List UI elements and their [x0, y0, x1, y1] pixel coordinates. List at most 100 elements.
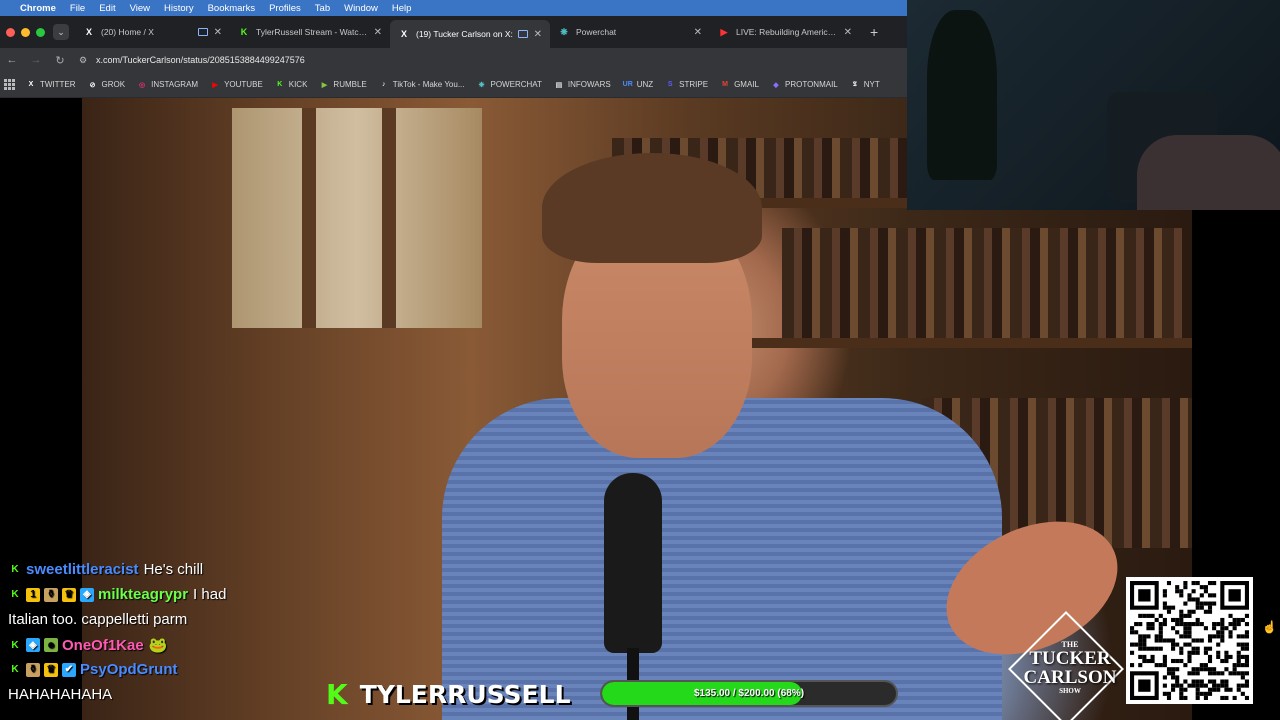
chat-badge-icon: ☻ [44, 638, 58, 652]
address-url[interactable]: x.com/TuckerCarlson/status/2085153884499… [96, 55, 305, 65]
close-tab-icon[interactable]: ✕ [534, 29, 542, 40]
chat-username[interactable]: PsyOpdGrunt [80, 661, 178, 678]
forward-arrow-icon[interactable]: → [24, 54, 48, 66]
tab-live-rebuilding[interactable]: ▶ LIVE: Rebuilding America After ✕ [710, 20, 860, 44]
close-tab-icon[interactable]: ✕ [374, 27, 382, 38]
chat-badge-icon: 1 [26, 587, 40, 602]
chat-message: K 1 ⚱ ♛ ◈ milkteagrypr I had [8, 586, 226, 603]
bookmark-label: TWITTER [40, 80, 76, 89]
tab-strip: ⌄ X (20) Home / X ✕ K TylerRussell Strea… [0, 16, 907, 48]
bookmark-label: POWERCHAT [490, 80, 542, 89]
chat-badge-icon: K [11, 589, 19, 600]
mac-menubar: Chrome File Edit View History Bookmarks … [0, 0, 907, 16]
tab-title: (19) Tucker Carlson on X: [416, 29, 513, 39]
menu-edit[interactable]: Edit [99, 3, 115, 14]
stripe-icon: S [667, 81, 673, 88]
chat-badge-icon: ✔ [62, 662, 76, 677]
logo-line: TUCKER [1029, 647, 1111, 669]
youtube-icon: ▶ [212, 81, 218, 89]
menu-app-name[interactable]: Chrome [20, 3, 56, 14]
chat-text: HAHAHAHAHA [8, 686, 113, 703]
bookmark-kick[interactable]: K KICK [275, 80, 308, 90]
kick-logo-icon: K [326, 678, 348, 711]
background-window [232, 108, 482, 328]
protonmail-icon: ◆ [773, 81, 779, 89]
menu-file[interactable]: File [70, 3, 85, 14]
menu-help[interactable]: Help [392, 3, 412, 14]
grok-icon: ⊘ [89, 81, 96, 89]
powerchat-icon: ❋ [560, 26, 568, 37]
chat-username[interactable]: milkteagrypr [98, 586, 188, 603]
gmail-icon: M [722, 81, 728, 88]
apps-grid-icon[interactable] [4, 78, 16, 91]
infowars-icon: ▤ [555, 81, 563, 89]
stream-brand: K TYLERRUSSELL [326, 678, 571, 711]
bookmark-rumble[interactable]: ▶ RUMBLE [319, 80, 367, 90]
bookmark-label: PROTONMAIL [784, 80, 838, 89]
powerchat-icon: ❋ [478, 81, 485, 89]
chevron-down-icon: ⌄ [57, 26, 65, 37]
bookmark-label: GROK [101, 80, 126, 89]
bookmark-tiktok-make-you[interactable]: ♪ TikTok - Make You... [379, 80, 464, 90]
bookmark-nyt[interactable]: 𝕿 NYT [850, 80, 880, 90]
bookmark-label: INFOWARS [567, 80, 611, 89]
tab-tucker-carlson[interactable]: X (19) Tucker Carlson on X: ✕ [390, 20, 550, 48]
chat-badge-icon: ⚱ [44, 587, 58, 602]
menu-window[interactable]: Window [344, 3, 378, 14]
tab-kick-stream[interactable]: K TylerRussell Stream - Watch Li ✕ [230, 20, 390, 44]
close-tab-icon[interactable]: ✕ [694, 27, 702, 38]
media-playing-icon[interactable] [517, 30, 528, 38]
minimize-window-button[interactable] [21, 27, 30, 37]
tab-x-home[interactable]: X (20) Home / X ✕ [75, 20, 230, 44]
zoom-window-button[interactable] [36, 27, 45, 37]
screen: Chrome File Edit View History Bookmarks … [0, 0, 1280, 720]
site-info-icon[interactable]: ⚙ [76, 55, 90, 66]
menu-view[interactable]: View [130, 3, 150, 14]
bookmark-grok[interactable]: ⊘ GROK [88, 80, 126, 90]
tab-powerchat[interactable]: ❋ Powerchat ✕ [550, 20, 710, 44]
bookmark-twitter[interactable]: X TWITTER [26, 80, 76, 90]
nyt-icon: 𝕿 [852, 80, 857, 88]
tab-title: TylerRussell Stream - Watch Li [256, 27, 368, 37]
tab-title: (20) Home / X [101, 27, 154, 37]
rumble-icon: ▶ [321, 81, 328, 89]
bookmark-label: KICK [288, 80, 308, 89]
bookmark-unz[interactable]: UR UNZ [623, 80, 654, 90]
new-tab-button[interactable]: + [870, 24, 878, 40]
x-logo-icon: X [85, 27, 92, 37]
chat-text: 🐸 [148, 637, 168, 654]
kick-logo-icon: K [277, 81, 283, 88]
bookmark-stripe[interactable]: S STRIPE [665, 80, 708, 90]
back-arrow-icon[interactable]: ← [0, 54, 24, 66]
chat-message: K ◈ ☻ OneOf1Kae 🐸 [8, 636, 168, 655]
bookmark-powerchat[interactable]: ❋ POWERCHAT [477, 80, 542, 90]
bookmark-instagram[interactable]: ◎ INSTAGRAM [137, 80, 198, 90]
chat-badge-icon: ◈ [80, 587, 94, 602]
tab-search-button[interactable]: ⌄ [53, 24, 69, 40]
instagram-icon: ◎ [139, 81, 146, 89]
chat-badge-icon: K [11, 639, 19, 651]
menu-profiles[interactable]: Profiles [269, 3, 301, 14]
menu-history[interactable]: History [164, 3, 194, 14]
media-playing-icon[interactable] [197, 28, 208, 36]
bookmark-protonmail[interactable]: ◆ PROTONMAIL [771, 80, 838, 90]
bookmark-youtube[interactable]: ▶ YOUTUBE [210, 80, 262, 90]
youtube-icon: ▶ [720, 26, 728, 37]
close-tab-icon[interactable]: ✕ [844, 27, 852, 38]
chat-message: Italian too. cappelletti parm [8, 611, 187, 628]
window-controls [0, 27, 45, 37]
menu-tab[interactable]: Tab [315, 3, 330, 14]
streamer-silhouette [1137, 135, 1280, 210]
bookmark-infowars[interactable]: ▤ INFOWARS [554, 80, 611, 90]
chat-message: K ⚱ ♛ ✔ PsyOpdGrunt [8, 661, 183, 678]
menu-bookmarks[interactable]: Bookmarks [208, 3, 256, 14]
close-tab-icon[interactable]: ✕ [214, 27, 222, 38]
bookmark-gmail[interactable]: M GMAIL [720, 80, 759, 90]
chat-username[interactable]: OneOf1Kae [62, 637, 144, 654]
bookmark-label: UNZ [636, 80, 654, 89]
reload-icon[interactable]: ↻ [48, 54, 72, 67]
chat-username[interactable]: sweetlittleracist [26, 561, 139, 578]
close-window-button[interactable] [6, 27, 15, 37]
address-bar[interactable]: ⚙ x.com/TuckerCarlson/status/20851538844… [76, 50, 903, 70]
tiktok-icon: ♪ [382, 81, 386, 88]
